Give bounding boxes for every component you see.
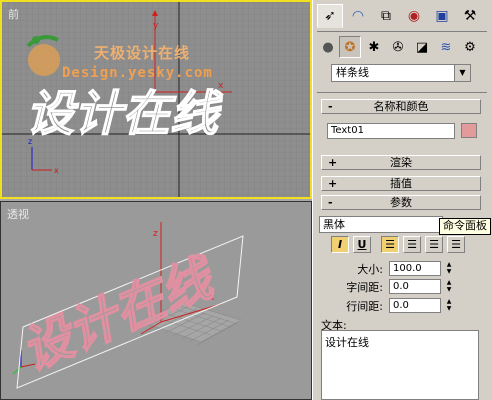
helpers-icon: ◪ <box>415 39 429 55</box>
shapes-button[interactable]: ✪ <box>339 36 361 58</box>
svg-text:设计在线: 设计在线 <box>13 248 224 381</box>
perspective-scene: z x 设计在线 <box>12 222 244 389</box>
tooltip: 命令面板 <box>439 218 491 235</box>
lights-icon: ✱ <box>368 39 380 55</box>
spacewarps-icon: ≋ <box>440 39 452 55</box>
systems-button[interactable]: ⚙ <box>459 36 481 58</box>
front-scene-text: 设计在线 <box>25 85 223 142</box>
perspective-viewport[interactable]: z x 设计在线 透视 <box>0 201 312 400</box>
rollout-expand-icon: + <box>328 177 338 190</box>
leading-label: 行间距: <box>346 300 383 313</box>
rollout-parameters[interactable]: - 参数 <box>321 195 481 210</box>
create-subcategories: ● ✪ ✱ ✇ ◪ ≋ ⚙ <box>317 36 487 58</box>
svg-text:设计在线: 设计在线 <box>26 86 223 142</box>
leading-spinner[interactable]: ▲ ▼ <box>444 298 454 313</box>
size-label: 大小: <box>357 263 383 276</box>
chevron-down-icon[interactable]: ▼ <box>454 65 470 81</box>
helpers-button[interactable]: ◪ <box>411 36 433 58</box>
spacewarps-button[interactable]: ≋ <box>435 36 457 58</box>
display-icon: ▣ <box>435 8 449 24</box>
hierarchy-tab[interactable]: ⧉ <box>373 4 399 28</box>
shapes-icon: ✪ <box>344 39 356 55</box>
section-divider <box>317 92 487 93</box>
hierarchy-icon: ⧉ <box>381 8 391 24</box>
svg-text:z: z <box>153 229 158 239</box>
lights-button[interactable]: ✱ <box>363 36 385 58</box>
rollout-rendering-title: 渲染 <box>390 156 412 169</box>
rollout-rendering[interactable]: + 渲染 <box>321 155 481 170</box>
motion-tab[interactable]: ◉ <box>401 4 427 28</box>
justify-button[interactable]: ☰ <box>447 236 465 253</box>
utilities-icon: ⚒ <box>463 8 477 24</box>
text-input[interactable]: 设计在线 <box>321 330 479 400</box>
command-panel-tabs: ➶ ◠ ⧉ ◉ ▣ ⚒ <box>315 2 491 30</box>
align-left-icon: ☰ <box>385 238 395 251</box>
underline-button[interactable]: U <box>353 236 371 253</box>
create-icon: ➶ <box>324 8 336 24</box>
justify-icon: ☰ <box>451 238 461 251</box>
kerning-label: 字间距: <box>346 281 383 294</box>
rollout-collapse-icon: - <box>328 196 333 209</box>
cameras-button[interactable]: ✇ <box>387 36 409 58</box>
category-dropdown-value: 样条线 <box>336 66 369 79</box>
rollout-interpolation[interactable]: + 插值 <box>321 176 481 191</box>
front-viewport[interactable]: y x z x 天极设计在线 Design.yesky.com 设计在线 前 <box>0 0 312 199</box>
rollout-expand-icon: + <box>328 156 338 169</box>
object-color-swatch[interactable] <box>461 123 477 138</box>
cameras-icon: ✇ <box>392 39 404 55</box>
font-field[interactable]: 黑体 <box>319 216 443 233</box>
align-center-button[interactable]: ☰ <box>403 236 421 253</box>
rollout-name-color[interactable]: - 名称和颜色 <box>321 99 481 114</box>
align-left-button[interactable]: ☰ <box>381 236 399 253</box>
size-field[interactable]: 100.0 <box>389 261 441 276</box>
systems-icon: ⚙ <box>464 39 476 55</box>
geometry-button[interactable]: ● <box>317 36 339 58</box>
leading-field[interactable]: 0.0 <box>389 298 441 313</box>
kerning-field[interactable]: 0.0 <box>389 279 441 294</box>
category-dropdown[interactable]: 样条线 ▼ <box>331 64 471 82</box>
motion-icon: ◉ <box>407 8 421 24</box>
tab-divider <box>317 31 487 32</box>
display-tab[interactable]: ▣ <box>429 4 455 28</box>
italic-button[interactable]: I <box>331 236 349 253</box>
perspective-viewport-label[interactable]: 透视 <box>7 206 29 222</box>
rollout-interpolation-title: 插值 <box>390 177 412 190</box>
modify-icon: ◠ <box>351 8 365 24</box>
front-viewport-label[interactable]: 前 <box>8 6 19 22</box>
geometry-icon: ● <box>322 39 334 55</box>
kerning-spinner[interactable]: ▲ ▼ <box>444 279 454 294</box>
align-right-icon: ☰ <box>429 238 439 251</box>
command-panel: ➶ ◠ ⧉ ◉ ▣ ⚒ ● ✪ ✱ ✇ ◪ ≋ ⚙ 样条线 ▼ - 名称和颜色 … <box>312 0 492 400</box>
modify-tab[interactable]: ◠ <box>345 4 371 28</box>
rollout-name-color-title: 名称和颜色 <box>373 100 429 113</box>
align-right-button[interactable]: ☰ <box>425 236 443 253</box>
align-center-icon: ☰ <box>407 238 417 251</box>
utilities-tab[interactable]: ⚒ <box>457 4 483 28</box>
rollout-collapse-icon: - <box>328 100 333 113</box>
rollout-parameters-title: 参数 <box>390 196 412 209</box>
size-spinner[interactable]: ▲ ▼ <box>444 261 454 276</box>
create-tab[interactable]: ➶ <box>317 4 343 28</box>
object-name-field[interactable]: Text01 <box>327 123 455 139</box>
